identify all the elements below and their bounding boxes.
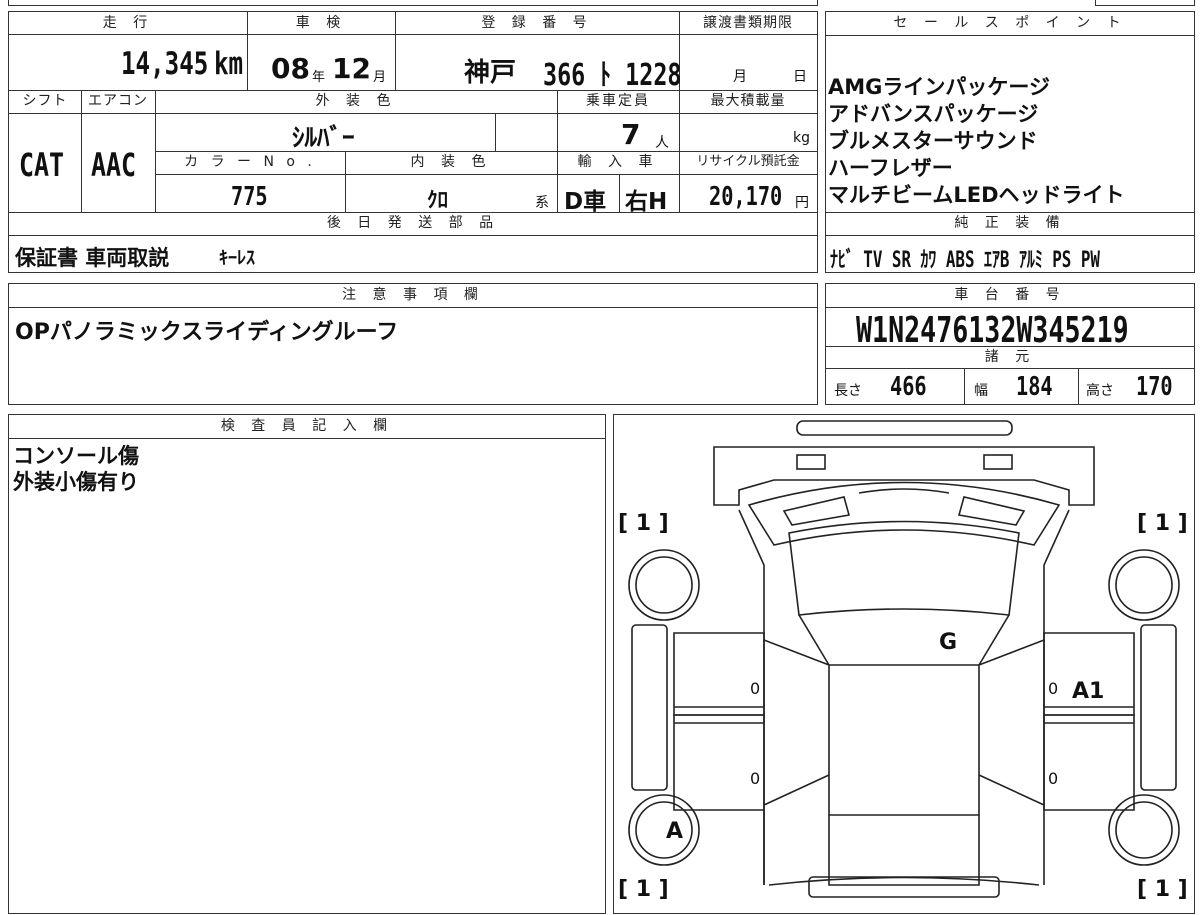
length-label: 長さ: [834, 383, 862, 399]
chassis-panel: 車 台 番 号 W1N2476132W345219 諸 元 長さ 466 幅 1…: [825, 283, 1195, 405]
import-label: 輸 入 車: [577, 154, 659, 170]
transfer-month-unit: 月: [733, 69, 747, 85]
inspection-year-unit: 年: [312, 70, 326, 85]
notes-value: OPパノラミックスライディングルーフ: [15, 320, 399, 345]
notes-label: 注 意 事 項 欄: [9, 284, 817, 308]
corner-mark-tl: [ 1 ]: [618, 511, 669, 536]
capacity-value: 7: [621, 118, 641, 151]
inspection-label: 車 検: [295, 15, 347, 31]
transfer-label: 譲渡書類期限: [703, 15, 793, 31]
shift-value: CAT: [19, 146, 65, 184]
mileage-unit: km: [214, 46, 244, 82]
ac-value: AAC: [91, 146, 137, 184]
registration-label: 登 録 番 号: [481, 15, 593, 31]
transfer-day-unit: 日: [793, 69, 807, 85]
sales-points-label: セ ー ル ス ポ イ ン ト: [826, 12, 1194, 36]
damage-mark-a: A: [666, 819, 684, 844]
inspector-line: コンソール傷: [13, 444, 139, 468]
damage-mark-a1: A1: [1072, 679, 1105, 704]
interior-unit: 系: [535, 195, 549, 211]
recycle-label: リサイクル預託金: [696, 154, 800, 169]
sales-points-list: AMGラインパッケージ アドバンスパッケージ ブルメスターサウンド ハーフレザー…: [828, 74, 1125, 209]
chassis-label: 車 台 番 号: [826, 284, 1194, 308]
spec-label: 諸 元: [984, 349, 1036, 365]
sales-point-item: マルチビームLEDヘッドライト: [828, 183, 1125, 207]
inspection-month-unit: 月: [373, 70, 387, 85]
color-no-label: カ ラ ー N o .: [184, 154, 316, 170]
corner-mark-br: [ 1 ]: [1137, 877, 1188, 902]
corner-mark-bl: [ 1 ]: [618, 877, 669, 902]
recycle-unit: 円: [795, 195, 809, 211]
handle-value: 右H: [625, 189, 668, 215]
car-outline-diagram: [628, 420, 1180, 898]
sales-point-item: アドバンスパッケージ: [828, 102, 1039, 126]
interior-value: ｸﾛ: [427, 188, 448, 212]
sales-points-panel: セ ー ル ス ポ イ ン ト AMGラインパッケージ アドバンスパッケージ ブ…: [825, 11, 1195, 273]
zero-mark: 0: [750, 769, 761, 788]
width-label: 幅: [974, 383, 988, 399]
recycle-value: 20,170: [709, 182, 783, 212]
registration-place: 神戸: [464, 58, 517, 88]
capacity-unit: 人: [655, 135, 669, 151]
later-parts-extra: ｷｰﾚｽ: [219, 248, 255, 269]
top-strip: [8, 0, 818, 6]
notes-panel: 注 意 事 項 欄 OPパノラミックスライディングルーフ: [8, 283, 818, 405]
inspection-month: 12: [332, 52, 371, 85]
inspector-line: 外装小傷有り: [13, 470, 139, 494]
ac-label: エアコン: [88, 93, 148, 109]
top-strip-right: [1095, 0, 1195, 6]
registration-number: 366 ﾄ 1228: [543, 58, 682, 93]
inspector-panel: 検 査 員 記 入 欄 コンソール傷 外装小傷有り: [8, 414, 606, 914]
zero-mark: 0: [1048, 769, 1059, 788]
shift-label: シフト: [22, 93, 68, 109]
genuine-equipment-value: ﾅﾋﾞ TV SR ｶﾜ ABS ｴｱB ｱﾙﾐ PS PW: [830, 248, 1100, 273]
vehicle-info-table: 走 行 車 検 登 録 番 号 譲渡書類期限 14,345 km 08 年 12…: [8, 11, 818, 273]
damage-diagram: [ 1 ] [ 1 ] [ 1 ] [ 1 ] G A1 A 0 0 0 0: [613, 414, 1195, 914]
later-parts-value: 保証書 車両取説: [15, 246, 170, 270]
capacity-label: 乗車定員: [586, 93, 650, 109]
exterior-label: 外 装 色: [315, 93, 397, 109]
chassis-value: W1N2476132W345219: [856, 310, 1129, 351]
maxload-label: 最大積載量: [710, 93, 786, 109]
import-value: D車: [564, 189, 607, 215]
inspection-year: 08: [271, 52, 310, 85]
sales-point-item: ハーフレザー: [828, 156, 953, 180]
height-value: 170: [1136, 372, 1173, 402]
inspector-notes: コンソール傷 外装小傷有り: [13, 443, 139, 495]
later-parts-label: 後 日 発 送 部 品: [326, 215, 500, 231]
mileage-label: 走 行: [102, 15, 154, 31]
genuine-equipment-label: 純 正 装 備: [954, 215, 1066, 231]
sales-point-item: AMGラインパッケージ: [828, 75, 1050, 99]
zero-mark: 0: [750, 679, 761, 698]
corner-mark-tr: [ 1 ]: [1137, 511, 1188, 536]
height-label: 高さ: [1086, 383, 1114, 399]
zero-mark: 0: [1048, 679, 1059, 698]
maxload-unit: kg: [793, 130, 810, 146]
sales-point-item: ブルメスターサウンド: [828, 129, 1038, 153]
exterior-value: ｼﾙﾊﾞｰ: [292, 123, 355, 152]
interior-label: 内 装 色: [410, 154, 492, 170]
length-value: 466: [890, 372, 927, 402]
color-no-value: 775: [231, 182, 268, 212]
damage-mark-g: G: [939, 630, 958, 655]
inspector-label: 検 査 員 記 入 欄: [9, 415, 605, 439]
width-value: 184: [1016, 372, 1053, 402]
